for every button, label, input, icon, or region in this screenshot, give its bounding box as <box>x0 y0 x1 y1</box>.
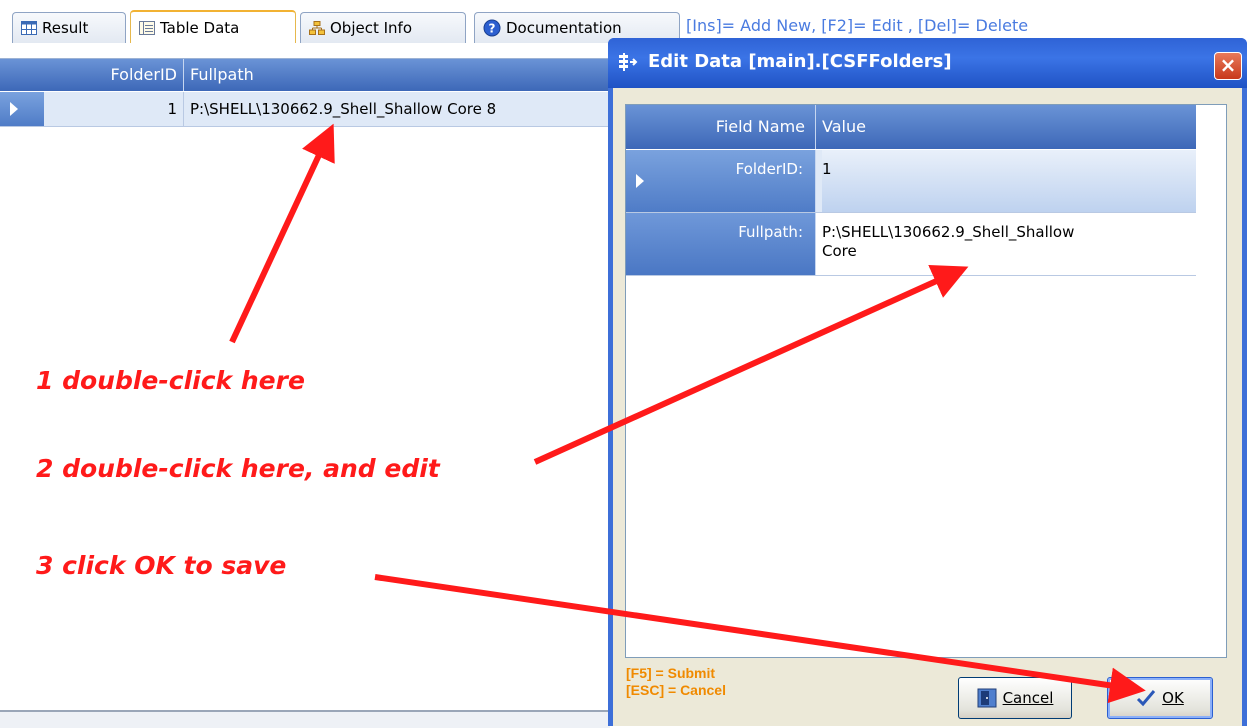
table-row[interactable]: 1 P:\SHELL\130662.9_Shell_Shallow Core 8 <box>0 92 610 127</box>
hierarchy-icon <box>309 21 325 35</box>
shortcut-hint: [Ins]= Add New, [F2]= Edit , [Del]= Dele… <box>686 16 1029 35</box>
grid-icon <box>21 21 37 35</box>
tab-object-info-label: Object Info <box>330 19 413 37</box>
table-icon <box>139 20 155 35</box>
row-indicator[interactable] <box>0 92 44 126</box>
cancel-button-label: Cancel <box>1002 689 1054 707</box>
svg-text:?: ? <box>489 22 496 36</box>
field-grid-header: Field Name Value <box>626 105 1196 149</box>
tab-strip: Result Table Data Object Info ? Document… <box>0 0 1247 43</box>
help-icon: ? <box>483 19 501 37</box>
cell-folderid[interactable]: 1 <box>44 92 184 126</box>
edit-data-dialog: Edit Data [main].[CSFFolders] × Field Na… <box>608 38 1247 726</box>
dialog-titlebar[interactable]: Edit Data [main].[CSFFolders] × <box>608 38 1247 88</box>
cancel-hint: [ESC] = Cancel <box>626 682 726 698</box>
field-name-folderid: FolderID: <box>626 150 816 212</box>
dialog-title: Edit Data [main].[CSFFolders] <box>648 51 952 72</box>
edit-record-icon <box>618 52 640 72</box>
tab-table-data[interactable]: Table Data <box>130 10 296 43</box>
submit-hint: [F5] = Submit <box>626 665 716 681</box>
tab-object-info[interactable]: Object Info <box>300 12 466 43</box>
field-name-fullpath: Fullpath: <box>626 213 816 275</box>
horizontal-scrollbar[interactable] <box>0 710 610 728</box>
grid-header: FolderID Fullpath <box>0 59 610 91</box>
cell-fullpath[interactable]: P:\SHELL\130662.9_Shell_Shallow Core 8 <box>190 92 610 126</box>
field-value-fullpath-line1: P:\SHELL\130662.9_Shell_Shallow <box>822 223 1075 241</box>
close-icon: × <box>1219 53 1237 77</box>
column-header-fullpath[interactable]: Fullpath <box>190 59 254 91</box>
annotation-step1: 1 double-click here <box>36 366 305 395</box>
field-row-fullpath[interactable]: Fullpath: P:\SHELL\130662.9_Shell_Shallo… <box>626 213 1196 276</box>
column-header-field-name: Field Name <box>626 105 816 149</box>
annotation-step3: 3 click OK to save <box>36 551 287 580</box>
cancel-door-icon <box>977 688 997 708</box>
ok-button[interactable]: OK <box>1107 677 1213 719</box>
field-row-folderid[interactable]: FolderID: 1 <box>626 150 1196 213</box>
tab-documentation-label: Documentation <box>506 19 622 37</box>
ok-button-label: OK <box>1162 689 1184 707</box>
checkmark-icon <box>1136 689 1156 707</box>
annotation-step2: 2 double-click here, and edit <box>36 454 440 483</box>
field-grid: Field Name Value FolderID: 1 Fullpath: P… <box>625 104 1227 658</box>
tab-result[interactable]: Result <box>12 12 126 43</box>
tab-result-label: Result <box>42 19 89 37</box>
column-header-value: Value <box>822 117 866 136</box>
close-button[interactable]: × <box>1214 52 1242 80</box>
field-value-fullpath-line2: Core <box>822 242 857 260</box>
field-value-fullpath[interactable]: P:\SHELL\130662.9_Shell_Shallow Core <box>822 213 1196 275</box>
cancel-button[interactable]: Cancel <box>958 677 1072 719</box>
dialog-body: Field Name Value FolderID: 1 Fullpath: P… <box>613 88 1242 726</box>
tab-table-data-label: Table Data <box>160 18 240 37</box>
column-header-folderid[interactable]: FolderID <box>44 59 184 91</box>
field-value-folderid[interactable]: 1 <box>822 150 1196 212</box>
